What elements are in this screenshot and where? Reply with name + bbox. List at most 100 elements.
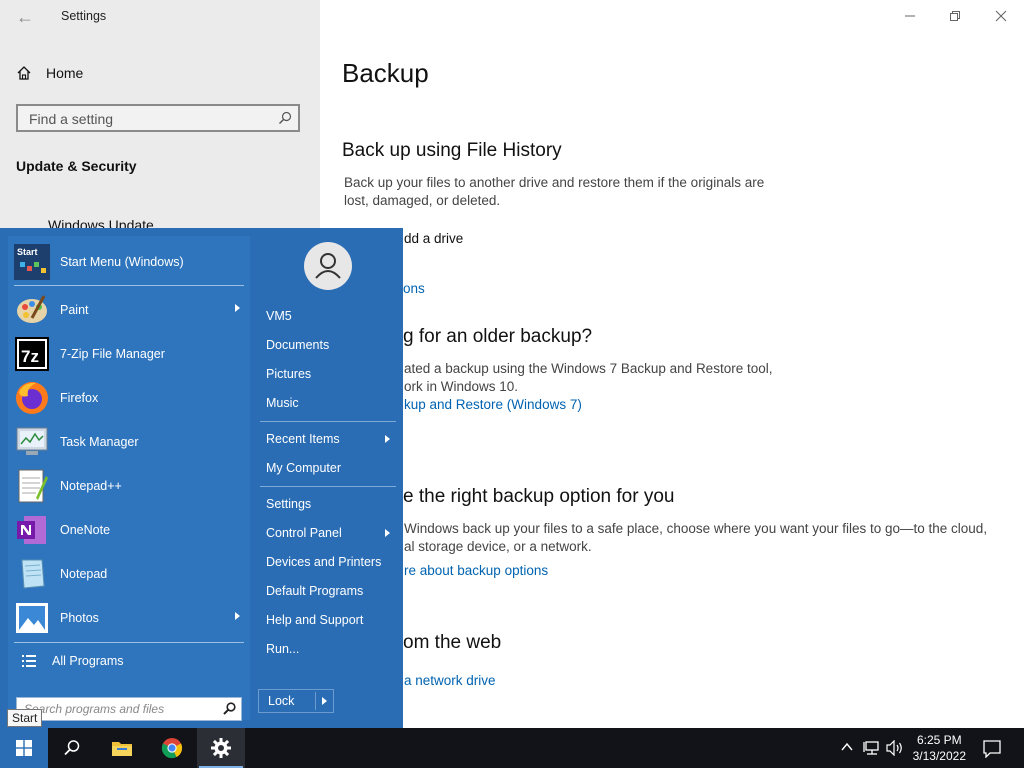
network-icon[interactable] xyxy=(863,740,881,756)
start-music[interactable]: Music xyxy=(258,390,398,416)
lock-button[interactable]: Lock xyxy=(258,689,334,713)
app-notepadpp-label: Notepad++ xyxy=(60,479,122,493)
paint-icon xyxy=(14,292,50,328)
app-notepad-label: Notepad xyxy=(60,567,108,581)
search-icon xyxy=(64,740,80,756)
close-icon xyxy=(995,10,1007,22)
start-menu-windows-label: Start Menu (Windows) xyxy=(60,255,184,269)
notepad-icon xyxy=(21,559,45,589)
firefox-icon xyxy=(16,382,48,414)
more-options-link[interactable]: ions xyxy=(400,281,425,296)
restore-icon xyxy=(950,11,960,21)
right-backup-heading: e the right backup option for you xyxy=(403,486,675,507)
submenu-arrow-icon xyxy=(385,435,390,443)
start-settings[interactable]: Settings xyxy=(258,491,398,517)
taskbar-search-button[interactable] xyxy=(48,728,96,768)
start-menu-windows-item[interactable]: Start Start Menu (Windows) xyxy=(14,242,244,282)
start-menu-app-icon: Start xyxy=(14,244,50,280)
older-backup-heading: g for an older backup? xyxy=(403,326,593,347)
learn-more-link[interactable]: re about backup options xyxy=(404,563,548,578)
start-control-panel[interactable]: Control Panel xyxy=(258,520,398,546)
section-title: Update & Security xyxy=(16,158,137,174)
start-devices-printers[interactable]: Devices and Printers xyxy=(258,549,398,575)
start-recent-items[interactable]: Recent Items xyxy=(258,426,398,452)
control-panel-label: Control Panel xyxy=(266,526,342,540)
onenote-icon xyxy=(17,516,46,544)
clock-time: 6:25 PM xyxy=(916,733,962,747)
start-documents[interactable]: Documents xyxy=(258,332,398,358)
submenu-arrow-icon xyxy=(235,612,240,620)
backup-restore-link[interactable]: kup and Restore (Windows 7) xyxy=(404,397,582,412)
add-drive-button[interactable]: dd a drive xyxy=(404,231,463,246)
app-notepad[interactable]: Notepad xyxy=(14,554,244,594)
app-paint[interactable]: Paint xyxy=(14,290,244,330)
task-manager-icon xyxy=(16,427,48,455)
app-task-manager-label: Task Manager xyxy=(60,435,139,449)
right-backup-desc-1: Windows back up your files to a safe pla… xyxy=(404,521,988,536)
minimize-icon xyxy=(905,15,915,17)
app-onenote[interactable]: OneNote xyxy=(14,510,244,550)
start-user-folder[interactable]: VM5 xyxy=(258,303,398,329)
app-7zip[interactable]: 7z 7-Zip File Manager xyxy=(14,334,244,374)
app-photos-label: Photos xyxy=(60,611,99,625)
app-photos[interactable]: Photos xyxy=(14,598,244,638)
start-search[interactable] xyxy=(16,697,242,721)
taskbar-settings[interactable] xyxy=(197,728,245,768)
close-button[interactable] xyxy=(989,4,1013,28)
submenu-arrow-icon xyxy=(385,529,390,537)
recent-items-label: Recent Items xyxy=(266,432,340,446)
start-pictures[interactable]: Pictures xyxy=(258,361,398,387)
chevron-up-icon[interactable] xyxy=(840,740,854,754)
search-icon xyxy=(223,702,236,715)
home-icon xyxy=(17,66,31,80)
7zip-icon-text: 7z xyxy=(21,347,39,366)
start-run[interactable]: Run... xyxy=(258,636,398,662)
home-nav-item[interactable]: Home xyxy=(16,62,83,84)
start-default-programs[interactable]: Default Programs xyxy=(258,578,398,604)
file-history-heading: Back up using File History xyxy=(342,140,562,161)
taskbar-chrome[interactable] xyxy=(148,728,196,768)
start-button[interactable] xyxy=(0,728,48,768)
help-web-heading: om the web xyxy=(403,632,502,653)
all-programs-button[interactable]: All Programs xyxy=(14,647,244,675)
lock-label: Lock xyxy=(268,694,295,708)
separator xyxy=(260,421,396,422)
network-drive-link[interactable]: a network drive xyxy=(404,673,496,688)
page-title: Backup xyxy=(342,58,429,88)
back-arrow-icon[interactable]: ← xyxy=(14,6,36,28)
app-onenote-label: OneNote xyxy=(60,523,111,537)
notifications-icon[interactable] xyxy=(983,740,1001,758)
start-menu-app-icon-text: Start xyxy=(17,247,38,257)
app-paint-label: Paint xyxy=(60,303,89,317)
user-avatar[interactable] xyxy=(304,242,352,290)
right-backup-desc-2: al storage device, or a network. xyxy=(404,539,592,554)
clock-date: 3/13/2022 xyxy=(912,749,966,763)
minimize-button[interactable] xyxy=(898,4,922,28)
user-icon xyxy=(315,253,341,279)
7zip-icon: 7z xyxy=(15,337,49,371)
lock-options-arrow-icon[interactable] xyxy=(322,697,327,705)
window-title: Settings xyxy=(61,9,107,23)
older-backup-desc-2: ork in Windows 10. xyxy=(404,379,519,394)
notepadpp-icon xyxy=(18,469,48,503)
app-7zip-label: 7-Zip File Manager xyxy=(60,347,165,361)
start-help-support[interactable]: Help and Support xyxy=(258,607,398,633)
chrome-icon xyxy=(161,738,183,759)
restore-button[interactable] xyxy=(943,4,967,28)
settings-search-input[interactable] xyxy=(27,110,271,128)
photos-icon xyxy=(16,603,48,633)
taskbar-clock[interactable]: 6:25 PM 3/13/2022 xyxy=(913,732,966,764)
folder-icon xyxy=(112,742,132,756)
start-search-input[interactable] xyxy=(22,701,216,717)
app-notepadpp[interactable]: Notepad++ xyxy=(14,466,244,506)
settings-search[interactable] xyxy=(16,104,300,132)
volume-icon[interactable] xyxy=(886,740,904,756)
older-backup-desc-1: ated a backup using the Windows 7 Backup… xyxy=(404,361,773,376)
taskbar-file-explorer[interactable] xyxy=(98,728,146,768)
app-firefox[interactable]: Firefox xyxy=(14,378,244,418)
list-icon xyxy=(22,655,36,667)
separator xyxy=(14,642,244,643)
file-history-desc-1: Back up your files to another drive and … xyxy=(344,175,765,190)
start-my-computer[interactable]: My Computer xyxy=(258,455,398,481)
app-task-manager[interactable]: Task Manager xyxy=(14,422,244,462)
